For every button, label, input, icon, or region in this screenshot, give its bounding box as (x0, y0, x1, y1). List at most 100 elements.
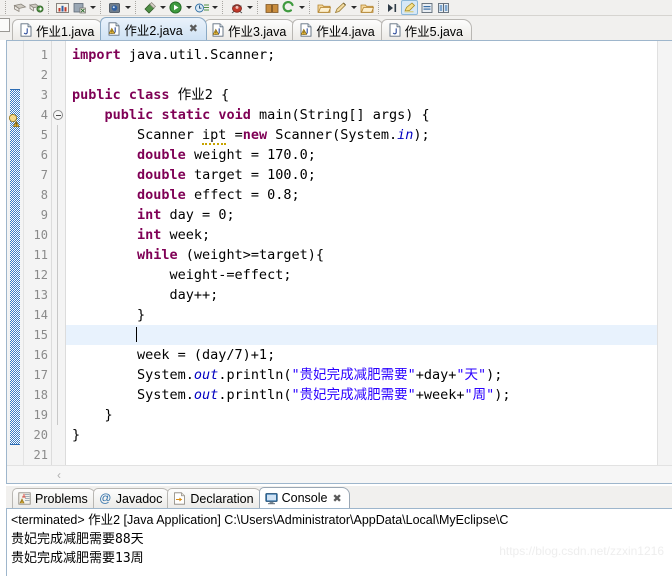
fold-cell (52, 205, 65, 225)
editor-foot-chevron[interactable]: ‹ (57, 468, 61, 482)
code-line[interactable] (66, 445, 672, 465)
bottom-tab-close-icon[interactable]: ✖ (332, 492, 341, 505)
save-all-button[interactable] (28, 0, 45, 15)
bottom-tab-declaration[interactable]: Declaration (167, 488, 262, 508)
bottom-tab-javadoc[interactable]: @ Javadoc (92, 488, 171, 508)
code-line[interactable]: weight-=effect; (66, 265, 672, 285)
code-folding-gutter[interactable] (52, 41, 66, 465)
fold-range-line (57, 245, 58, 265)
editor-tab-2[interactable]: 作业3.java (203, 19, 296, 40)
code-line[interactable]: double weight = 170.0; (66, 145, 672, 165)
toggle-block-selection-button[interactable] (418, 0, 435, 15)
new-java-file-button[interactable] (332, 0, 349, 15)
line-number: 4 (40, 108, 48, 122)
open-type-button[interactable] (263, 0, 280, 15)
run-button[interactable] (167, 0, 184, 15)
code-line[interactable]: int day = 0; (66, 205, 672, 225)
fold-cell (52, 425, 65, 445)
overview-ruler[interactable] (657, 41, 672, 465)
editor-tab-label: 作业1.java (36, 24, 95, 39)
fold-range-line (57, 345, 58, 365)
profile-button[interactable] (228, 0, 245, 15)
line-number: 2 (40, 68, 48, 82)
fold-collapse-icon[interactable] (53, 110, 63, 120)
line-number: 14 (33, 308, 48, 322)
debug-red-icon (231, 3, 242, 13)
editor-horizontal-scroll-area[interactable]: ‹ (7, 465, 672, 483)
code-line[interactable]: double effect = 0.8; (66, 185, 672, 205)
code-line[interactable]: System.out.println("贵妃完成减肥需要"+week+"周"); (66, 385, 672, 405)
fold-cell (52, 305, 65, 325)
bottom-tab-label: Console (281, 491, 328, 505)
code-line[interactable]: Scanner ipt =new Scanner(System.in); (66, 125, 672, 145)
code-line[interactable]: System.out.println("贵妃完成减肥需要"+day+"天"); (66, 365, 672, 385)
run-history-dropdown-arrow[interactable] (210, 0, 219, 15)
editor-tab-3[interactable]: 作业4.java (292, 19, 384, 40)
fold-range-line (57, 185, 58, 205)
search-dropdown-arrow[interactable] (297, 0, 306, 15)
external-tools-dropdown-arrow[interactable] (158, 0, 167, 15)
problems-icon (18, 492, 31, 505)
code-line[interactable]: day++; (66, 285, 672, 305)
folder-icon (317, 4, 331, 13)
code-line[interactable]: } (66, 425, 672, 445)
next-annotation-button[interactable] (384, 0, 401, 15)
fold-range-line (57, 365, 58, 385)
line-number: 19 (33, 408, 48, 422)
editor-tab-close-icon[interactable]: ✖ (189, 23, 198, 35)
export-icon (73, 2, 86, 13)
editor-marker-bar[interactable] (7, 41, 24, 465)
fold-cell (52, 345, 65, 365)
new-java-dropdown-arrow[interactable] (349, 0, 358, 15)
code-line[interactable] (66, 325, 672, 345)
code-editor: 1 2 3 4 5 6 7 8 9 10 11 12 13 14 15 16 17 18 19 20 21 import… (6, 40, 672, 484)
console-output-area[interactable]: <terminated> 作业2 [Java Application] C:\U… (6, 508, 672, 576)
code-text-area[interactable]: import java.util.Scanner; public class 作业… (66, 41, 672, 465)
editor-tab-0[interactable]: 作业1.java (12, 19, 104, 40)
export-dropdown-arrow[interactable] (88, 0, 97, 15)
print-button[interactable] (54, 0, 71, 15)
run-history-button[interactable] (193, 0, 210, 15)
export-button[interactable] (71, 0, 88, 15)
editor-tab-4[interactable]: 作业5.java (380, 19, 473, 40)
run-dropdown-arrow[interactable] (184, 0, 193, 15)
next-arrow-icon (388, 3, 397, 12)
editor-tab-label: 作业5.java (404, 24, 464, 39)
debug-button[interactable] (106, 0, 123, 15)
line-number: 3 (40, 88, 48, 102)
debug-dropdown-arrow[interactable] (123, 0, 132, 15)
code-line[interactable] (66, 65, 672, 85)
line-number: 5 (40, 128, 48, 142)
code-line[interactable]: double target = 100.0; (66, 165, 672, 185)
external-tools-button[interactable] (141, 0, 158, 15)
folder2-icon (360, 4, 374, 13)
profile-dropdown-arrow[interactable] (245, 0, 254, 15)
save-button[interactable] (11, 0, 28, 15)
code-line[interactable]: } (66, 305, 672, 325)
fold-cell[interactable] (52, 105, 65, 125)
fold-cell (52, 265, 65, 285)
bottom-tab-console[interactable]: Console ✖ (258, 487, 350, 508)
code-line[interactable]: public static void main(String[] args) { (66, 105, 672, 125)
toolbar-separator (135, 1, 138, 14)
open-resource-button[interactable] (358, 0, 375, 15)
fold-range-line (57, 385, 58, 405)
warning-marker-icon[interactable] (8, 113, 22, 127)
line-number: 1 (40, 48, 48, 62)
code-line[interactable]: } (66, 405, 672, 425)
new-folder-button[interactable] (315, 0, 332, 15)
bottom-tab-problems[interactable]: Problems (12, 488, 96, 508)
toggle-split-editor-button[interactable] (435, 0, 452, 15)
code-line[interactable]: public class 作业2 { (66, 85, 672, 105)
bottom-tab-label: Problems (35, 491, 88, 506)
java-file-warning-icon (108, 22, 120, 36)
line-number: 20 (33, 428, 48, 442)
toggle-mark-occurrences-button[interactable] (401, 0, 418, 15)
code-line[interactable]: week = (day/7)+1; (66, 345, 672, 365)
code-line[interactable]: while (weight>=target){ (66, 245, 672, 265)
toolbar-separator (100, 1, 103, 14)
editor-tab-1[interactable]: 作业2.java ✖ (100, 17, 207, 40)
search-button[interactable] (280, 0, 297, 15)
code-line[interactable]: int week; (66, 225, 672, 245)
code-line[interactable]: import java.util.Scanner; (66, 45, 672, 65)
